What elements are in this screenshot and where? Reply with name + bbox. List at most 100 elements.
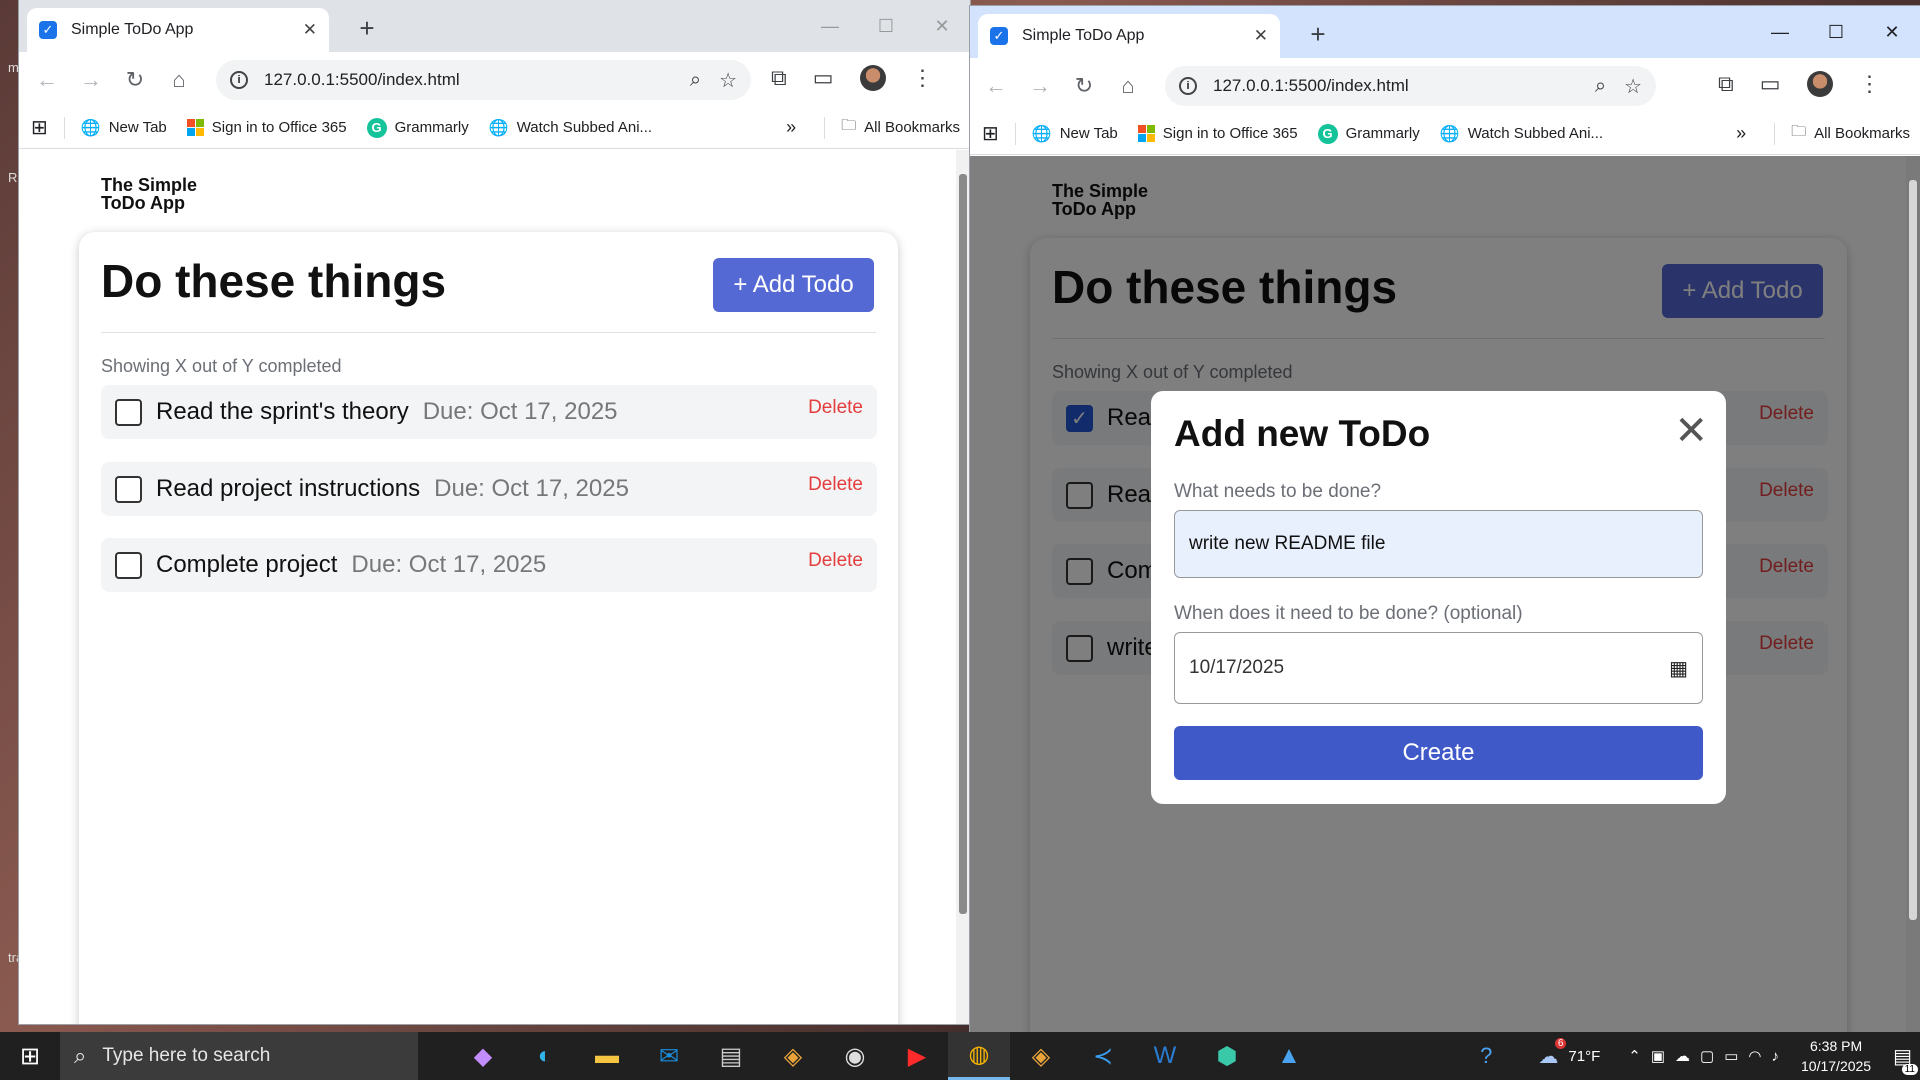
- bookmark-watch[interactable]: 🌐 Watch Subbed Ani...: [1440, 124, 1603, 144]
- close-icon[interactable]: ✕: [1674, 411, 1708, 451]
- wifi-icon[interactable]: ◠: [1748, 1047, 1761, 1065]
- apps-grid-icon[interactable]: ⊞: [31, 115, 48, 140]
- extensions-icon[interactable]: ⧉: [771, 65, 787, 91]
- menu-icon[interactable]: ⋮: [912, 65, 934, 91]
- new-tab-icon[interactable]: +: [1300, 16, 1336, 52]
- checkbox-favicon-icon: ✓: [39, 21, 57, 39]
- zoom-icon[interactable]: ⌕: [690, 69, 701, 92]
- home-icon[interactable]: ⌂: [157, 67, 201, 93]
- close-window-icon[interactable]: ✕: [1864, 12, 1920, 52]
- battery-icon[interactable]: ▭: [1724, 1047, 1738, 1065]
- calendar-icon[interactable]: ▦: [1669, 656, 1688, 681]
- profile-avatar[interactable]: [859, 65, 886, 91]
- storage-app-icon[interactable]: ▤: [700, 1032, 762, 1080]
- close-tab-icon[interactable]: ✕: [303, 20, 317, 40]
- profile-avatar[interactable]: [1806, 71, 1833, 97]
- bookmark-office[interactable]: Sign in to Office 365: [186, 119, 347, 136]
- new-tab-icon[interactable]: +: [349, 10, 385, 46]
- url-text[interactable]: 127.0.0.1:5500/index.html: [264, 70, 672, 90]
- bookmark-star-icon[interactable]: ☆: [1624, 74, 1642, 99]
- maximize-icon[interactable]: ☐: [1808, 12, 1864, 52]
- all-bookmarks-link[interactable]: All Bookmarks: [1814, 125, 1910, 142]
- chevron-up-icon[interactable]: ⌃: [1628, 1047, 1641, 1065]
- bookmark-office[interactable]: Sign in to Office 365: [1137, 125, 1298, 142]
- menu-icon[interactable]: ⋮: [1859, 71, 1881, 97]
- todo-text: Complete project: [156, 551, 338, 578]
- bookmark-watch[interactable]: 🌐 Watch Subbed Ani...: [489, 118, 652, 138]
- task-input[interactable]: write new README file: [1174, 510, 1703, 578]
- copilot-icon[interactable]: ◆: [452, 1032, 514, 1080]
- bookmark-star-icon[interactable]: ☆: [719, 68, 737, 93]
- site-info-icon[interactable]: i: [230, 71, 248, 89]
- windows-start-icon[interactable]: ⊞: [0, 1042, 60, 1071]
- reload-icon[interactable]: ↻: [1062, 73, 1106, 99]
- address-bar[interactable]: i 127.0.0.1:5500/index.html ⌕ ☆: [1165, 66, 1656, 106]
- extensions-icon[interactable]: ⧉: [1718, 71, 1734, 97]
- maximize-icon[interactable]: ☐: [858, 6, 914, 46]
- scrollbar[interactable]: [956, 150, 970, 1024]
- taskbar-search[interactable]: ⌕ Type here to search: [60, 1032, 418, 1080]
- due-date-input[interactable]: 10/17/2025 ▦: [1174, 632, 1703, 704]
- cloud-icon[interactable]: ☁: [1675, 1047, 1690, 1065]
- minimize-icon[interactable]: —: [802, 6, 858, 46]
- create-button[interactable]: Create: [1174, 726, 1703, 780]
- reload-icon[interactable]: ↻: [113, 67, 157, 93]
- url-text[interactable]: 127.0.0.1:5500/index.html: [1213, 76, 1577, 96]
- back-icon[interactable]: ←: [974, 73, 1018, 99]
- site-info-icon[interactable]: i: [1179, 77, 1197, 95]
- minimize-icon[interactable]: —: [1752, 12, 1808, 52]
- more-bookmarks-icon[interactable]: »: [1736, 123, 1746, 144]
- weather-icon[interactable]: ☁ 6: [1538, 1037, 1567, 1069]
- browser-tab[interactable]: ✓ Simple ToDo App ✕: [978, 14, 1280, 58]
- apps-grid-icon[interactable]: ⊞: [982, 121, 999, 146]
- meet-icon[interactable]: ▣: [1651, 1047, 1665, 1065]
- delete-button[interactable]: Delete: [808, 397, 863, 419]
- weather-temp[interactable]: 71°F: [1568, 1048, 1600, 1065]
- todo-checkbox[interactable]: [115, 551, 142, 579]
- add-todo-button[interactable]: + Add Todo: [713, 258, 874, 312]
- zoom-icon[interactable]: ⌕: [1595, 75, 1606, 98]
- chrome-icon[interactable]: ◍: [948, 1032, 1010, 1080]
- todo-checkbox[interactable]: [115, 398, 142, 426]
- bookmark-new-tab[interactable]: 🌐 New Tab: [81, 118, 167, 138]
- bookmark-grammarly[interactable]: G Grammarly: [366, 117, 469, 138]
- outlook-icon[interactable]: ✉: [638, 1032, 700, 1080]
- display-icon[interactable]: ▢: [1700, 1047, 1714, 1065]
- shield-app-icon[interactable]: ⬢: [1196, 1032, 1258, 1080]
- clock[interactable]: 6:38 PM 10/17/2025: [1801, 1036, 1871, 1076]
- browser-tab[interactable]: ✓ Simple ToDo App ✕: [27, 8, 329, 52]
- bookmark-grammarly[interactable]: G Grammarly: [1317, 123, 1420, 144]
- home-icon[interactable]: ⌂: [1106, 73, 1150, 99]
- address-bar[interactable]: i 127.0.0.1:5500/index.html ⌕ ☆: [216, 60, 751, 100]
- word-icon[interactable]: W: [1134, 1032, 1196, 1080]
- todo-checkbox[interactable]: [115, 475, 142, 503]
- more-bookmarks-icon[interactable]: »: [786, 117, 796, 138]
- edge-icon[interactable]: ◐: [514, 1032, 576, 1080]
- bookmark-new-tab[interactable]: 🌐 New Tab: [1032, 124, 1118, 144]
- photos-icon[interactable]: ▲: [1258, 1032, 1320, 1080]
- back-icon[interactable]: ←: [25, 67, 69, 93]
- scrollbar-thumb[interactable]: [1909, 180, 1917, 920]
- delete-button[interactable]: Delete: [808, 550, 863, 572]
- obs-icon[interactable]: ◉: [824, 1032, 886, 1080]
- volume-icon[interactable]: ♪: [1772, 1048, 1780, 1065]
- delete-button[interactable]: Delete: [808, 474, 863, 496]
- scrollbar-thumb[interactable]: [959, 174, 967, 914]
- todo-due: Due: Oct 17, 2025: [434, 475, 629, 502]
- close-tab-icon[interactable]: ✕: [1254, 26, 1268, 46]
- git-app-icon[interactable]: ◈: [762, 1032, 824, 1080]
- forward-icon[interactable]: →: [69, 67, 113, 93]
- vscode-icon[interactable]: ≺: [1072, 1032, 1134, 1080]
- close-window-icon[interactable]: ✕: [914, 6, 970, 46]
- git-app-icon[interactable]: ◈: [1010, 1032, 1072, 1080]
- forward-icon[interactable]: →: [1018, 73, 1062, 99]
- notifications-icon[interactable]: ▤ 11: [1893, 1044, 1918, 1075]
- all-bookmarks-link[interactable]: All Bookmarks: [864, 119, 960, 136]
- help-icon[interactable]: ?: [1480, 1043, 1492, 1069]
- globe-icon: 🌐: [488, 119, 509, 137]
- tab-search-icon[interactable]: ▭: [813, 65, 834, 91]
- youtube-icon[interactable]: ▶: [886, 1032, 948, 1080]
- file-explorer-icon[interactable]: ▬: [576, 1032, 638, 1080]
- scrollbar[interactable]: [1906, 156, 1920, 1032]
- tab-search-icon[interactable]: ▭: [1760, 71, 1781, 97]
